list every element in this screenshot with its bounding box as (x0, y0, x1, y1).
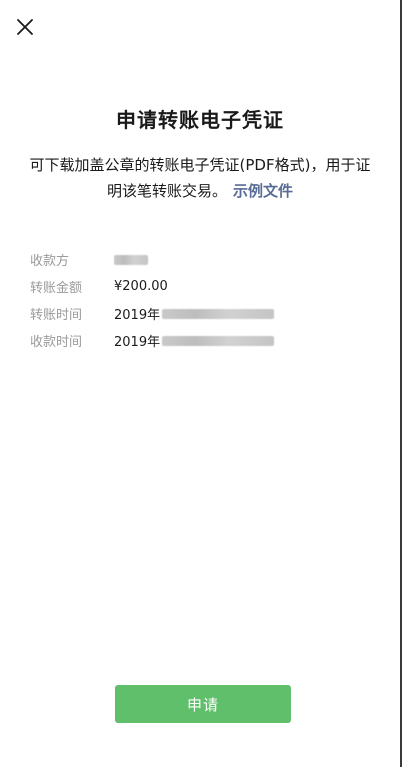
detail-row-amount: 转账金额 ¥200.00 (30, 273, 274, 300)
detail-row-payee: 收款方 (30, 246, 274, 273)
apply-button[interactable]: 申请 (115, 685, 291, 723)
transfer-details: 收款方 转账金额 ¥200.00 转账时间 2019年 收款时间 2019年 (30, 246, 275, 354)
description-text: 可下载加盖公章的转账电子凭证(PDF格式)，用于证明该笔转账交易。 (29, 156, 371, 200)
detail-row-transfer-time: 转账时间 2019年 (30, 300, 275, 327)
detail-value: 2019年 (114, 304, 275, 323)
page-description: 可下载加盖公章的转账电子凭证(PDF格式)，用于证明该笔转账交易。 示例文件 (24, 152, 376, 204)
page-title: 申请转账电子凭证 (116, 108, 284, 132)
detail-label: 转账时间 (30, 308, 83, 323)
detail-label: 转账金额 (30, 281, 83, 296)
voucher-request-screen: 申请转账电子凭证 可下载加盖公章的转账电子凭证(PDF格式)，用于证明该笔转账交… (0, 0, 400, 767)
redacted-mask (162, 308, 275, 319)
redacted-mask (162, 335, 275, 346)
detail-label: 收款时间 (30, 335, 83, 350)
sample-file-link[interactable]: 示例文件 (233, 182, 293, 200)
detail-label: 收款方 (30, 254, 70, 269)
close-icon (17, 19, 33, 35)
detail-value: 2019年 (114, 331, 275, 350)
detail-row-receive-time: 收款时间 2019年 (30, 327, 275, 354)
detail-value: ¥200.00 (114, 279, 168, 294)
redacted-mask (114, 254, 148, 265)
close-button[interactable] (12, 14, 38, 40)
detail-value (114, 254, 148, 265)
